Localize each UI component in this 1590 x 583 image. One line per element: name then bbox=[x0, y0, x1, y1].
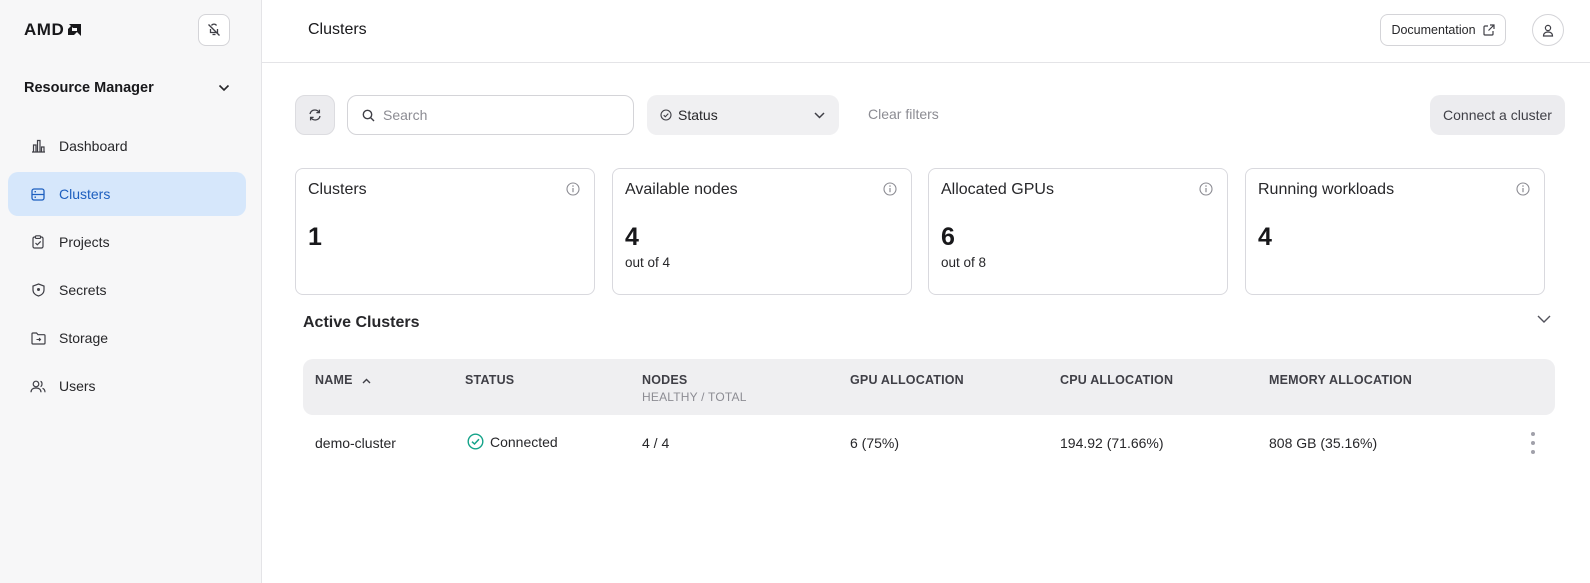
stat-title: Clusters bbox=[308, 181, 367, 198]
section-collapse-chevron-icon[interactable] bbox=[1536, 314, 1552, 324]
sidebar-item-label: Clusters bbox=[59, 186, 111, 202]
cell-name[interactable]: demo-cluster bbox=[315, 435, 396, 451]
sidebar-item-label: Users bbox=[59, 378, 96, 394]
user-menu-button[interactable] bbox=[1532, 14, 1564, 46]
column-header-sublabel: HEALTHY / TOTAL bbox=[642, 390, 747, 404]
sidebar-item-label: Storage bbox=[59, 330, 109, 346]
stat-value: 4 bbox=[1258, 223, 1272, 251]
sidebar-toggle-button[interactable] bbox=[198, 14, 230, 46]
table-row[interactable]: demo-cluster Connected 4 / 4 6 (75%) 194… bbox=[303, 420, 1555, 466]
status-text: Connected bbox=[490, 433, 558, 450]
sidebar: AMD Resource Manager Dashboard Clusters … bbox=[0, 0, 262, 583]
status-check-icon bbox=[660, 109, 672, 121]
search-field[interactable] bbox=[347, 95, 634, 135]
shield-icon bbox=[30, 282, 46, 298]
info-icon[interactable] bbox=[883, 182, 897, 196]
stat-card-clusters: Clusters 1 bbox=[295, 168, 595, 295]
chevron-down-icon bbox=[814, 111, 825, 119]
refresh-icon bbox=[309, 109, 321, 121]
column-header-label: NAME bbox=[315, 373, 353, 387]
clipboard-icon bbox=[30, 234, 46, 250]
workspace-name: Resource Manager bbox=[24, 80, 154, 96]
documentation-button[interactable]: Documentation bbox=[1380, 14, 1506, 46]
stat-card-allocated-gpus: Allocated GPUs 6 out of 8 bbox=[928, 168, 1228, 295]
users-icon bbox=[30, 378, 46, 394]
cell-cpu-allocation: 194.92 (71.66%) bbox=[1060, 435, 1164, 451]
connect-cluster-button[interactable]: Connect a cluster bbox=[1430, 95, 1565, 135]
amd-arrow-icon bbox=[68, 24, 82, 36]
search-icon bbox=[362, 109, 375, 121]
cell-status: Connected bbox=[467, 433, 558, 450]
status-filter-select[interactable]: Status bbox=[647, 95, 839, 135]
row-actions-menu-icon[interactable] bbox=[1529, 432, 1537, 454]
search-input[interactable] bbox=[383, 107, 623, 123]
stat-subtext: out of 4 bbox=[625, 255, 671, 270]
amd-logo[interactable]: AMD bbox=[24, 20, 82, 40]
stat-card-running-workloads: Running workloads 4 bbox=[1245, 168, 1545, 295]
column-header-name[interactable]: NAME bbox=[315, 373, 371, 387]
info-icon[interactable] bbox=[566, 182, 580, 196]
info-icon[interactable] bbox=[1516, 182, 1530, 196]
sidebar-item-storage[interactable]: Storage bbox=[8, 316, 246, 360]
external-link-icon bbox=[1482, 24, 1495, 36]
sidebar-item-secrets[interactable]: Secrets bbox=[8, 268, 246, 312]
status-filter-label: Status bbox=[678, 107, 718, 123]
cell-nodes: 4 / 4 bbox=[642, 435, 670, 451]
column-header-gpu-allocation[interactable]: GPU ALLOCATION bbox=[850, 373, 964, 387]
column-header-memory-allocation[interactable]: MEMORY ALLOCATION bbox=[1269, 373, 1412, 387]
stat-title: Available nodes bbox=[625, 181, 738, 198]
stat-value: 1 bbox=[308, 223, 322, 251]
clear-filters-button[interactable]: Clear filters bbox=[868, 106, 939, 122]
check-circle-icon bbox=[467, 433, 484, 450]
column-header-status[interactable]: STATUS bbox=[465, 373, 514, 387]
column-header-cpu-allocation[interactable]: CPU ALLOCATION bbox=[1060, 373, 1173, 387]
sort-ascending-icon bbox=[362, 378, 371, 384]
stat-title: Running workloads bbox=[1258, 181, 1395, 198]
section-title: Active Clusters bbox=[303, 314, 420, 331]
user-icon bbox=[1542, 24, 1554, 37]
cell-gpu-allocation: 6 (75%) bbox=[850, 435, 900, 451]
logo-text: AMD bbox=[24, 20, 65, 39]
bar-chart-icon bbox=[30, 138, 46, 154]
sidebar-item-clusters[interactable]: Clusters bbox=[8, 172, 246, 216]
chevron-down-icon bbox=[218, 84, 230, 92]
column-header-nodes[interactable]: NODES HEALTHY / TOTAL bbox=[642, 373, 747, 404]
stat-subtext: out of 8 bbox=[941, 255, 987, 270]
sidebar-collapse-icon bbox=[208, 23, 220, 36]
stat-title: Allocated GPUs bbox=[941, 181, 1054, 198]
stat-value: 4 bbox=[625, 223, 639, 251]
info-icon[interactable] bbox=[1199, 182, 1213, 196]
sidebar-item-dashboard[interactable]: Dashboard bbox=[8, 124, 246, 168]
refresh-button[interactable] bbox=[295, 95, 335, 135]
sidebar-item-projects[interactable]: Projects bbox=[8, 220, 246, 264]
sidebar-item-users[interactable]: Users bbox=[8, 364, 246, 408]
column-header-label: NODES bbox=[642, 373, 688, 387]
sidebar-item-label: Dashboard bbox=[59, 138, 128, 154]
server-icon bbox=[30, 186, 46, 202]
stat-value: 6 bbox=[941, 223, 955, 251]
table-header: NAME STATUS NODES HEALTHY / TOTAL GPU AL… bbox=[303, 359, 1555, 415]
sidebar-item-label: Projects bbox=[59, 234, 110, 250]
stat-card-available-nodes: Available nodes 4 out of 4 bbox=[612, 168, 912, 295]
workspace-selector[interactable]: Resource Manager bbox=[24, 80, 230, 96]
cell-memory-allocation: 808 GB (35.16%) bbox=[1269, 435, 1378, 451]
folder-icon bbox=[30, 330, 46, 346]
sidebar-nav: Dashboard Clusters Projects Secrets Stor… bbox=[8, 124, 246, 412]
top-bar: Clusters Documentation bbox=[262, 0, 1590, 63]
page-title: Clusters bbox=[308, 21, 367, 38]
documentation-label: Documentation bbox=[1391, 23, 1476, 37]
sidebar-item-label: Secrets bbox=[59, 282, 107, 298]
